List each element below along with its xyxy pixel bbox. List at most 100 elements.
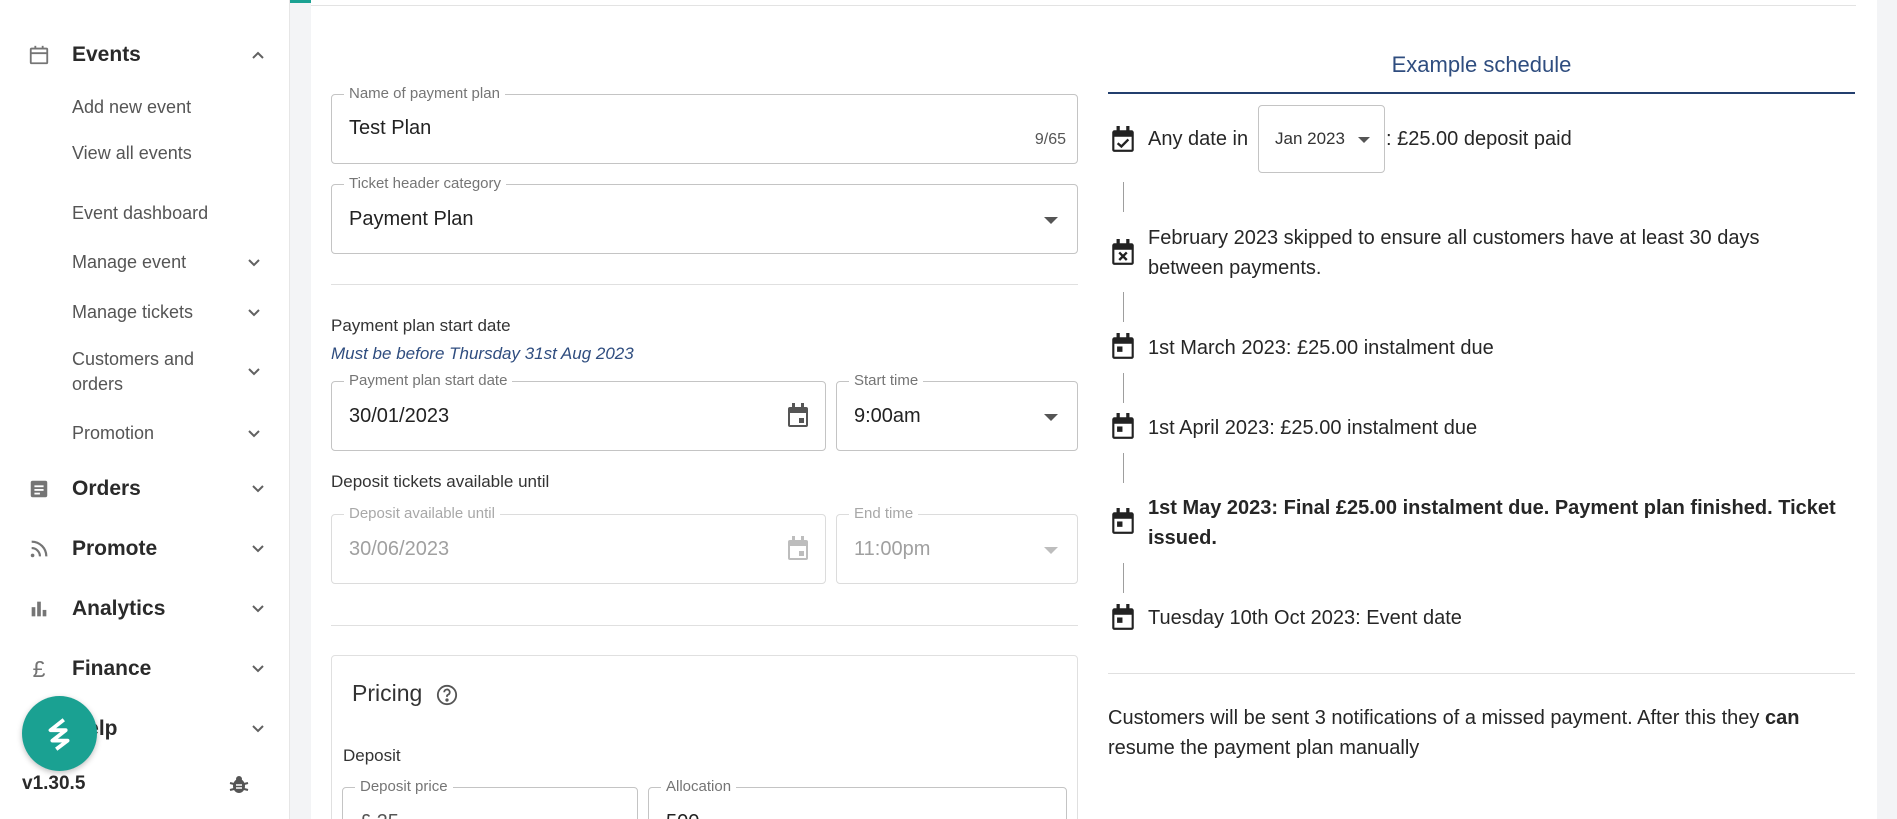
calendar-event-icon	[1110, 604, 1136, 632]
end-time-label: End time	[849, 505, 919, 522]
bug-report-icon[interactable]	[227, 773, 251, 797]
schedule-final-text: 1st May 2023: Final £25.00 instalment du…	[1148, 497, 1836, 549]
nav-customers-orders-label: Customers and orders	[72, 349, 195, 394]
rss-icon	[27, 537, 51, 561]
plan-name-label: Name of payment plan	[344, 85, 505, 102]
nav-view-all-events[interactable]: View all events	[72, 141, 272, 166]
calendar-check-icon	[1110, 126, 1136, 154]
schedule-underline	[1108, 92, 1855, 94]
plan-name-value: Test Plan	[349, 117, 432, 139]
timeline-connector	[1123, 182, 1124, 212]
bar-chart-icon	[27, 597, 51, 621]
nav-promotion[interactable]: Promotion	[72, 421, 272, 446]
app-version: v1.30.5	[22, 773, 86, 794]
nav-finance-label: Finance	[72, 657, 152, 680]
calendar-event-icon	[1110, 413, 1136, 441]
timeline-connector	[1123, 292, 1124, 322]
nav-finance[interactable]: £ Finance	[0, 639, 290, 699]
schedule-april-text: 1st April 2023: £25.00 instalment due	[1148, 417, 1478, 439]
calendar-picker-icon[interactable]	[786, 403, 810, 434]
schedule-month-select[interactable]: Jan 2023	[1258, 105, 1385, 173]
nav-manage-event[interactable]: Manage event	[72, 250, 272, 275]
plan-name-counter: 9/65	[1034, 131, 1066, 148]
start-time-label: Start time	[849, 372, 924, 389]
missed-payment-note: Customers will be sent 3 notifications o…	[1108, 703, 1853, 763]
nav-promotion-label: Promotion	[72, 423, 155, 443]
document-icon	[27, 477, 51, 501]
schedule-divider	[1108, 673, 1855, 674]
nav-analytics[interactable]: Analytics	[0, 579, 290, 639]
deposit-price-input[interactable]: Deposit price £ 25	[342, 778, 638, 819]
support-chat-button[interactable]	[22, 696, 97, 771]
timeline-connector	[1123, 453, 1124, 483]
nav-customers-orders[interactable]: Customers and orders	[72, 347, 272, 397]
section-divider	[331, 284, 1078, 285]
sidebar: Events Add new event View all events Eve…	[0, 0, 290, 819]
dropdown-arrow-icon	[1044, 547, 1058, 554]
calendar-icon	[27, 43, 51, 67]
deposit-until-input: Deposit available until 30/06/2023	[331, 505, 826, 584]
schedule-deposit-suffix: : £25.00 deposit paid	[1386, 128, 1572, 150]
nav-orders-label: Orders	[72, 477, 141, 500]
pound-icon: £	[32, 655, 46, 682]
start-date-value: 30/01/2023	[349, 405, 450, 427]
chevron-down-icon	[250, 661, 266, 677]
start-time-value: 9:00am	[854, 405, 921, 427]
timeline-connector	[1123, 373, 1124, 403]
nav-add-new-event[interactable]: Add new event	[72, 95, 272, 120]
start-date-input[interactable]: Payment plan start date 30/01/2023	[331, 372, 826, 451]
allocation-input[interactable]: Allocation 500	[648, 778, 1067, 819]
nav-promote[interactable]: Promote	[0, 519, 290, 579]
nav-manage-event-label: Manage event	[72, 252, 187, 272]
start-time-select[interactable]: Start time 9:00am	[836, 372, 1078, 451]
timeline-connector	[1123, 563, 1124, 593]
chevron-down-icon	[246, 255, 262, 271]
calendar-event-icon	[1110, 508, 1136, 536]
note-text-bold: can	[1764, 707, 1800, 729]
chevron-down-icon	[250, 601, 266, 617]
deposit-price-value: £ 25	[360, 811, 399, 819]
nav-manage-tickets[interactable]: Manage tickets	[72, 300, 272, 325]
nav-manage-tickets-label: Manage tickets	[72, 302, 194, 322]
nav-promote-label: Promote	[72, 537, 158, 560]
note-text-after: resume the payment plan manually	[1108, 737, 1420, 759]
chevron-down-icon	[250, 541, 266, 557]
calendar-picker-icon	[786, 536, 810, 567]
pricing-title: Pricing	[352, 680, 423, 706]
ticket-category-label: Ticket header category	[344, 175, 507, 192]
nav-event-dashboard[interactable]: Event dashboard	[72, 201, 272, 226]
start-date-hint: Must be before Thursday 31st Aug 2023	[331, 344, 634, 363]
chevron-down-icon	[250, 481, 266, 497]
schedule-march-text: 1st March 2023: £25.00 instalment due	[1148, 337, 1494, 359]
deposit-subheading: Deposit	[343, 746, 401, 765]
help-circle-icon[interactable]	[436, 684, 458, 711]
ticket-category-value: Payment Plan	[349, 208, 474, 230]
allocation-value: 500	[666, 811, 699, 819]
chevron-down-icon	[246, 305, 262, 321]
schedule-event-text: Tuesday 10th Oct 2023: Event date	[1148, 607, 1462, 629]
end-time-select: End time 11:00pm	[836, 505, 1078, 584]
dropdown-arrow-icon	[1358, 137, 1370, 143]
calendar-x-icon	[1110, 239, 1136, 267]
ticket-category-select[interactable]: Ticket header category Payment Plan	[331, 175, 1078, 254]
brand-logo-icon	[48, 717, 69, 751]
nav-analytics-label: Analytics	[72, 597, 166, 620]
section-divider	[331, 625, 1078, 626]
start-date-label: Payment plan start date	[344, 372, 513, 389]
note-text-before: Customers will be sent 3 notifications o…	[1108, 707, 1765, 729]
nav-orders[interactable]: Orders	[0, 459, 290, 519]
calendar-event-icon	[1110, 333, 1136, 361]
allocation-label: Allocation	[661, 778, 737, 795]
nav-events-label: Events	[72, 43, 141, 66]
schedule-deposit-prefix: Any date in	[1148, 128, 1249, 150]
nav-events[interactable]: Events	[0, 25, 290, 85]
end-time-value: 11:00pm	[854, 538, 931, 560]
deposit-until-label: Deposit available until	[344, 505, 500, 522]
deposit-price-label: Deposit price	[355, 778, 453, 795]
chevron-up-icon	[250, 47, 266, 63]
schedule-title: Example schedule	[1391, 52, 1572, 77]
chevron-down-icon	[246, 364, 262, 380]
schedule-month-value: Jan 2023	[1275, 129, 1345, 148]
start-date-heading: Payment plan start date	[331, 316, 511, 335]
plan-name-field[interactable]: Name of payment plan Test Plan 9/65	[331, 85, 1078, 164]
